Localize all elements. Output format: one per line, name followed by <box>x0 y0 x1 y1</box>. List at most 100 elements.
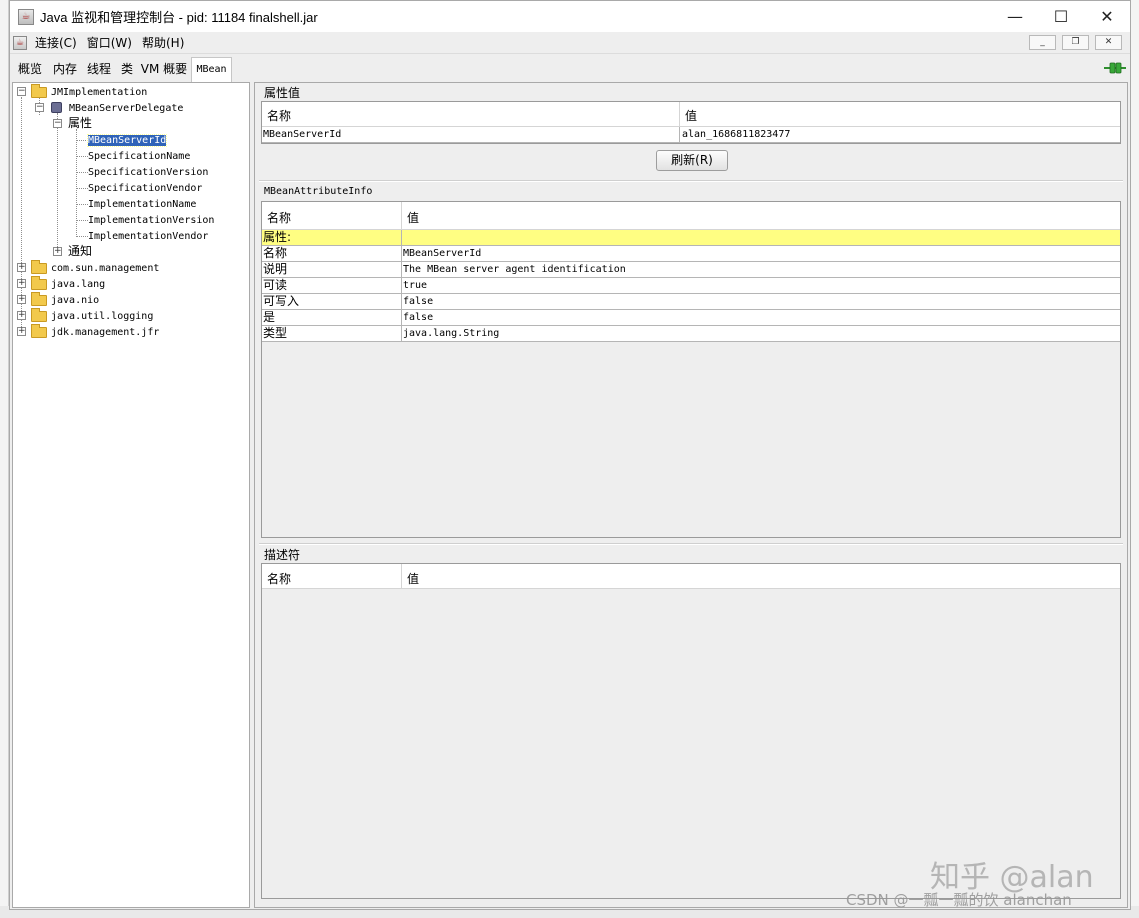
menu-help[interactable]: 帮助(H) <box>142 34 184 51</box>
menu-window[interactable]: 窗口(W) <box>87 34 132 51</box>
collapse-icon[interactable]: − <box>35 103 44 112</box>
tree-connector <box>57 113 58 253</box>
tab-threads[interactable]: 线程 <box>83 57 115 81</box>
tree-node-attribute[interactable]: ImplementationName <box>88 197 196 212</box>
mbean-icon <box>51 102 62 113</box>
table-row[interactable]: 名称 MBeanServerId <box>262 246 1120 262</box>
folder-icon <box>31 295 47 306</box>
info-value-cell: java.lang.String <box>403 326 499 341</box>
info-value-cell: false <box>403 294 433 309</box>
internal-restore-button[interactable]: ❐ <box>1062 35 1089 50</box>
internal-minimize-button[interactable]: _ <box>1029 35 1056 50</box>
column-header-name[interactable]: 名称 <box>262 209 291 226</box>
title-bar: ☕ Java 监视和管理控制台 - pid: 11184 finalshell.… <box>10 1 1130 32</box>
tab-vm-summary[interactable]: VM 概要 <box>139 57 189 81</box>
column-header-value[interactable]: 值 <box>402 209 419 226</box>
table-row[interactable]: 可读 true <box>262 278 1120 294</box>
expand-icon[interactable]: + <box>17 279 26 288</box>
table-header: 名称 值 <box>262 102 1120 127</box>
column-header-name[interactable]: 名称 <box>262 570 291 587</box>
csdn-watermark: CSDN @一瓢一瓢的饮 alanchan <box>846 889 1072 910</box>
tree-node-attribute-selected[interactable]: MBeanServerId <box>88 133 166 148</box>
folder-icon <box>31 87 47 98</box>
internal-frame-controls: _ ❐ ✕ <box>1029 35 1122 50</box>
attribute-values-title: 属性值 <box>264 84 300 101</box>
column-divider <box>401 278 402 294</box>
tree-node-domain[interactable]: jdk.management.jfr <box>51 325 159 340</box>
table-row[interactable]: 说明 The MBean server agent identification <box>262 262 1120 278</box>
column-divider <box>401 326 402 342</box>
background-window-edge-left <box>0 0 9 918</box>
tree-node-domain[interactable]: com.sun.management <box>51 261 159 276</box>
attribute-info-table: 名称 值 属性: 名称 MBeanServerId 说明 The MBean s… <box>261 201 1121 538</box>
background-window-edge-right <box>1130 0 1139 918</box>
info-value-cell: MBeanServerId <box>403 246 481 261</box>
tree-node-notifications[interactable]: 通知 <box>68 244 92 259</box>
folder-icon <box>31 279 47 290</box>
table-row-section[interactable]: 属性: <box>262 230 1120 246</box>
java-cup-icon: ☕ <box>18 9 34 25</box>
expand-icon[interactable]: + <box>17 311 26 320</box>
tree-node-attribute[interactable]: SpecificationVendor <box>88 181 202 196</box>
table-row[interactable]: 类型 java.lang.String <box>262 326 1120 342</box>
info-value-cell: The MBean server agent identification <box>403 262 626 277</box>
tree-connector <box>76 204 88 205</box>
tree-node-domain[interactable]: java.util.logging <box>51 309 153 324</box>
tab-classes[interactable]: 类 <box>117 57 137 81</box>
info-value-cell: false <box>403 310 433 325</box>
expand-icon[interactable]: + <box>17 263 26 272</box>
column-header-value[interactable]: 值 <box>680 107 697 124</box>
info-name-cell: 是 <box>263 310 275 325</box>
expand-icon[interactable]: + <box>53 247 62 256</box>
descriptor-title: 描述符 <box>264 546 300 563</box>
window-controls: — ☐ ✕ <box>992 1 1130 32</box>
mbean-detail-panel: 属性值 名称 值 MBeanServerId alan_168681182347… <box>254 82 1128 908</box>
collapse-icon[interactable]: − <box>53 119 62 128</box>
folder-icon <box>31 327 47 338</box>
tree-node-domain[interactable]: java.nio <box>51 293 99 308</box>
tree-connector <box>76 140 88 141</box>
jconsole-window: ☕ Java 监视和管理控制台 - pid: 11184 finalshell.… <box>9 0 1131 910</box>
java-cup-icon: ☕ <box>13 36 27 50</box>
tree-node-attribute[interactable]: ImplementationVersion <box>88 213 214 228</box>
minimize-button[interactable]: — <box>992 1 1038 32</box>
tab-memory[interactable]: 内存 <box>49 57 81 81</box>
tree-connector <box>76 156 88 157</box>
table-row[interactable]: 是 false <box>262 310 1120 326</box>
table-row[interactable]: MBeanServerId alan_1686811823477 <box>262 127 1120 143</box>
tree-node-jmimplementation[interactable]: JMImplementation <box>51 85 147 100</box>
mbean-tree: − JMImplementation − MBeanServerDelegate… <box>12 82 250 908</box>
table-row[interactable]: 可写入 false <box>262 294 1120 310</box>
collapse-icon[interactable]: − <box>17 87 26 96</box>
expand-icon[interactable]: + <box>17 327 26 336</box>
maximize-button[interactable]: ☐ <box>1038 1 1084 32</box>
close-button[interactable]: ✕ <box>1084 1 1130 32</box>
internal-close-button[interactable]: ✕ <box>1095 35 1122 50</box>
section-divider <box>259 543 1123 545</box>
info-name-cell: 类型 <box>263 326 287 341</box>
tab-mbean[interactable]: MBean <box>191 57 232 82</box>
column-divider <box>401 262 402 278</box>
tree-connector <box>76 188 88 189</box>
tree-node-attributes[interactable]: 属性 <box>68 116 92 131</box>
menu-connect[interactable]: 连接(C) <box>35 34 77 51</box>
folder-icon <box>31 263 47 274</box>
tree-node-mbeanserverdelegate[interactable]: MBeanServerDelegate <box>69 101 183 116</box>
info-name-cell: 名称 <box>263 246 287 261</box>
descriptor-table: 名称 值 <box>261 563 1121 899</box>
info-name-cell: 说明 <box>263 262 287 277</box>
tree-node-attribute[interactable]: SpecificationVersion <box>88 165 208 180</box>
info-name-cell: 可读 <box>263 278 287 293</box>
attribute-values-table: 名称 值 MBeanServerId alan_1686811823477 <box>261 101 1121 144</box>
menu-bar: ☕ 连接(C) 窗口(W) 帮助(H) _ ❐ ✕ <box>10 32 1130 54</box>
column-header-name[interactable]: 名称 <box>262 107 291 124</box>
column-divider <box>401 294 402 310</box>
attribute-value-cell[interactable]: alan_1686811823477 <box>682 127 790 142</box>
column-header-value[interactable]: 值 <box>402 570 419 587</box>
tab-overview[interactable]: 概览 <box>13 57 47 81</box>
tree-node-attribute[interactable]: ImplementationVendor <box>88 229 208 244</box>
tree-node-domain[interactable]: java.lang <box>51 277 105 292</box>
expand-icon[interactable]: + <box>17 295 26 304</box>
refresh-button[interactable]: 刷新(R) <box>656 150 728 171</box>
tree-node-attribute[interactable]: SpecificationName <box>88 149 190 164</box>
